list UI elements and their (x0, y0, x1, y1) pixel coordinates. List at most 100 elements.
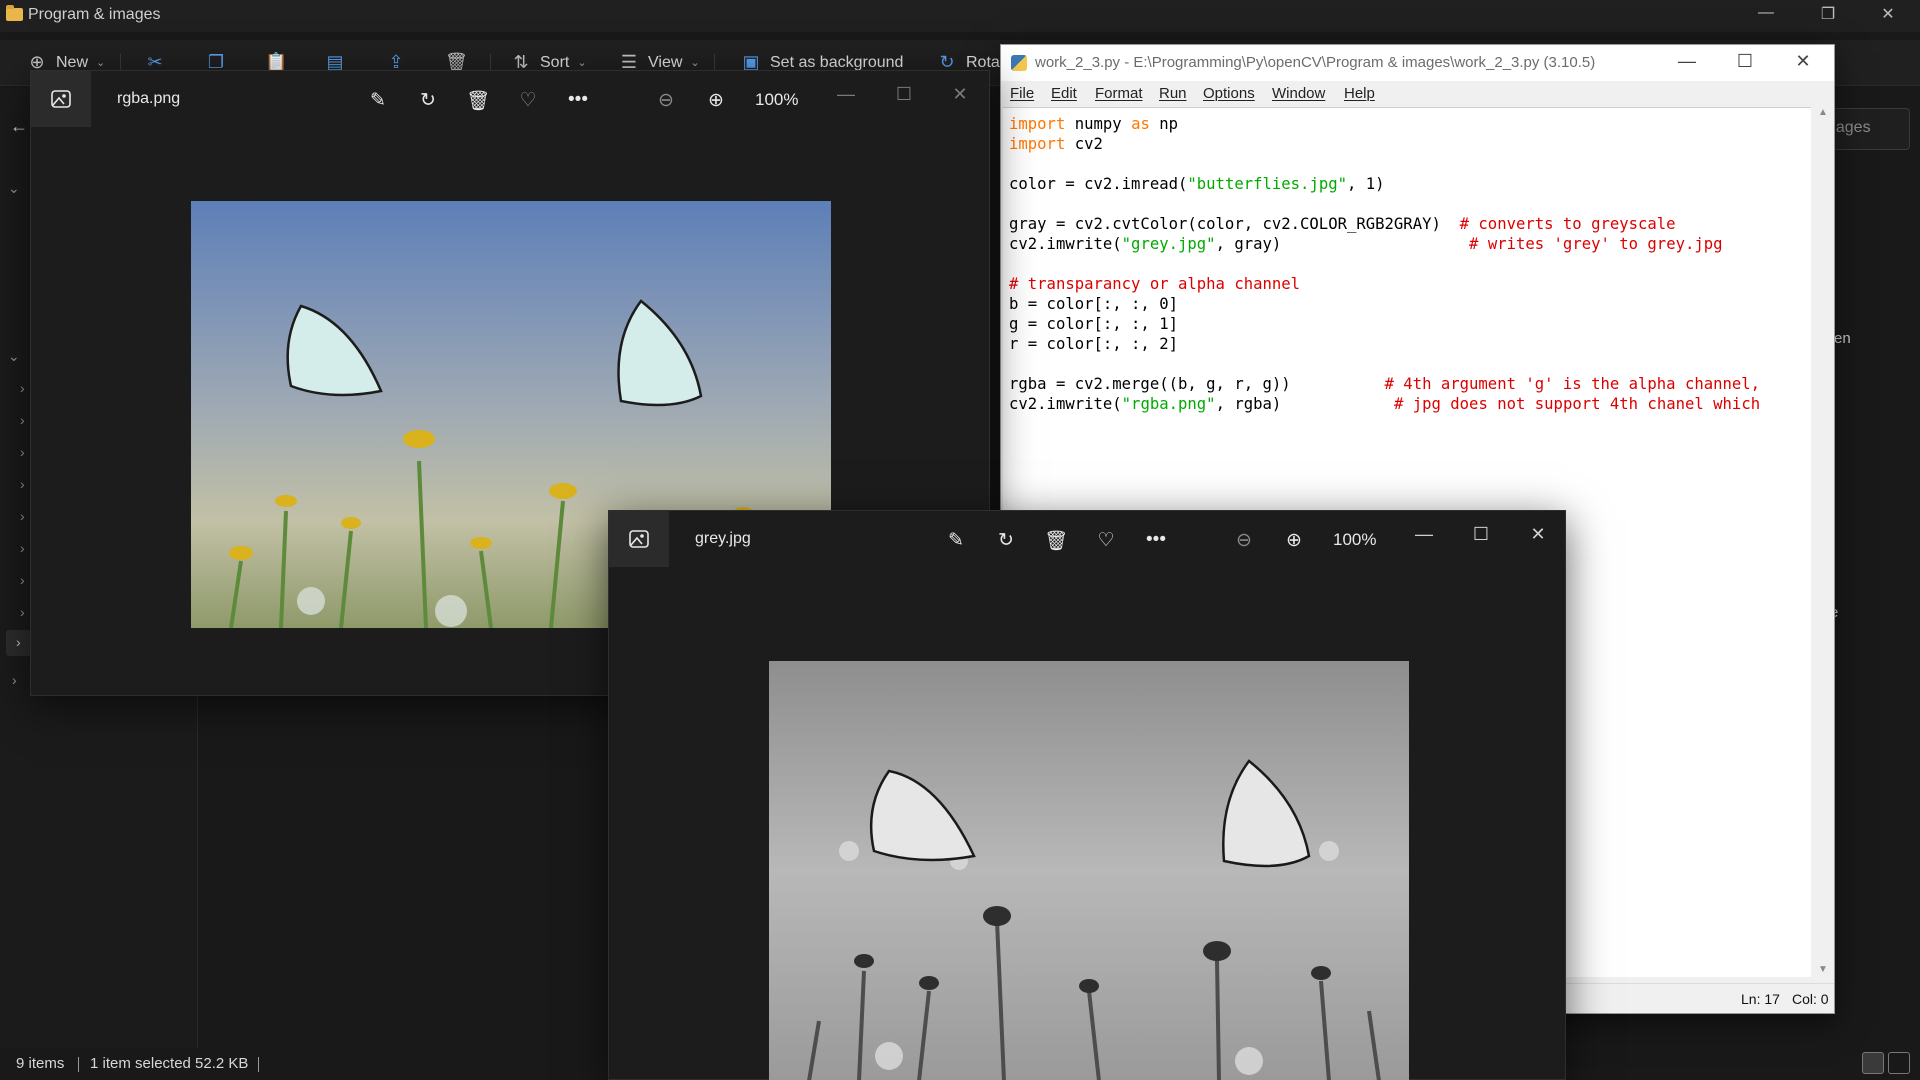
code-line: # transparancy or alpha channel (1009, 274, 1300, 294)
code-token: , gray) (1215, 235, 1470, 253)
menu-window[interactable]: Window (1272, 85, 1325, 102)
code-token: "rgba.png" (1121, 395, 1216, 413)
new-label: New (56, 53, 89, 71)
chevron-right-icon[interactable]: › (20, 412, 25, 428)
code-line: cv2.imwrite("grey.jpg", gray) # writes '… (1009, 234, 1723, 254)
zoom-out-icon[interactable]: ⊖ (1231, 529, 1257, 552)
code-token: cv2 (1065, 135, 1103, 153)
code-token: , rgba) (1215, 395, 1394, 413)
edit-image-icon[interactable]: ✎ (943, 529, 969, 552)
menu-edit[interactable]: Edit (1051, 85, 1077, 102)
code-token: import (1009, 135, 1066, 153)
chevron-right-icon[interactable]: › (20, 508, 25, 524)
status-divider (78, 1057, 79, 1072)
rotate-icon[interactable]: ↻ (415, 89, 441, 112)
chevron-right-icon[interactable]: › (20, 476, 25, 492)
chevron-down-icon[interactable]: ⌄ (8, 180, 20, 197)
maximize-button[interactable]: ☐ (889, 84, 919, 105)
code-token: # jpg does not support 4th chanel which (1393, 395, 1761, 413)
selection-info: 1 item selected 52.2 KB (90, 1055, 249, 1072)
close-button[interactable]: ✕ (1783, 51, 1823, 72)
code-token: import (1009, 115, 1066, 133)
maximize-button[interactable]: ☐ (1466, 524, 1496, 545)
code-token: as (1131, 115, 1150, 133)
sort-label: Sort (540, 53, 570, 71)
code-token: # transparancy or alpha channel (1009, 275, 1301, 293)
idle-titlebar: work_2_3.py - E:\Programming\Py\openCV\P… (1001, 45, 1834, 81)
close-button[interactable]: ✕ (945, 84, 975, 105)
code-token: # 4th argument 'g' is the alpha channel, (1384, 375, 1761, 393)
code-token: np (1149, 115, 1179, 133)
trash-icon[interactable]: 🗑 (465, 89, 491, 113)
menu-format[interactable]: Format (1095, 85, 1143, 102)
folder-icon (6, 5, 23, 21)
chevron-right-icon: › (16, 634, 21, 650)
grey-butterfly-image (769, 661, 1409, 1080)
code-line: b = color[:, :, 0] (1009, 294, 1178, 314)
menu-help[interactable]: Help (1344, 85, 1375, 102)
restore-button[interactable]: ❐ (1808, 4, 1848, 24)
chevron-down-icon: ⌄ (96, 57, 106, 69)
chevron-right-icon[interactable]: › (12, 672, 17, 688)
chevron-down-icon: ⌄ (690, 57, 700, 69)
scroll-up-icon[interactable]: ▲ (1818, 107, 1828, 118)
trash-icon[interactable]: 🗑 (1043, 529, 1069, 553)
chevron-right-icon[interactable]: › (20, 604, 25, 620)
close-button[interactable]: ✕ (1523, 524, 1553, 545)
zoom-level[interactable]: 100% (1333, 530, 1376, 550)
idle-menubar: File Edit Format Run Options Window Help (1001, 81, 1834, 105)
code-line: import numpy as np (1009, 114, 1178, 134)
view-label: View (648, 53, 683, 71)
tiles-view-button[interactable] (1888, 1052, 1910, 1074)
minimize-button[interactable]: — (1746, 4, 1786, 22)
rotate-icon[interactable]: ↻ (993, 529, 1019, 552)
selected-nav-item[interactable]: › (6, 630, 32, 656)
more-options-icon[interactable]: ••• (565, 89, 591, 111)
viewer-toolbar: rgba.png ✎ ↻ 🗑 ♡ ••• ⊖ ⊕ 100% — ☐ ✕ (31, 71, 989, 131)
chevron-right-icon[interactable]: › (20, 380, 25, 396)
maximize-button[interactable]: ☐ (1725, 51, 1765, 72)
code-line: gray = cv2.cvtColor(color, cv2.COLOR_RGB… (1009, 214, 1676, 234)
code-token: cv2.imwrite( (1009, 395, 1122, 413)
close-button[interactable]: ✕ (1868, 4, 1908, 24)
file-name: grey.jpg (695, 530, 751, 547)
code-token: # writes 'grey' to grey.jpg (1469, 235, 1723, 253)
back-arrow-icon[interactable]: ← (10, 116, 28, 137)
code-token: # converts to greyscale (1459, 215, 1676, 233)
chevron-down-icon: ⌄ (577, 57, 587, 69)
chevron-right-icon[interactable]: › (20, 572, 25, 588)
more-options-icon[interactable]: ••• (1143, 529, 1169, 551)
chevron-right-icon[interactable]: › (20, 444, 25, 460)
code-line: rgba = cv2.merge((b, g, r, g)) # 4th arg… (1009, 374, 1760, 394)
code-token: , 1) (1347, 175, 1385, 193)
vertical-scrollbar[interactable]: ▲ ▼ (1814, 107, 1832, 977)
code-token: numpy (1065, 115, 1132, 133)
rotate-label: Rotat (966, 53, 1005, 71)
code-token: gray = cv2.cvtColor(color, cv2.COLOR_RGB… (1009, 215, 1460, 233)
code-line: import cv2 (1009, 134, 1103, 154)
zoom-in-icon[interactable]: ⊕ (703, 89, 729, 112)
edit-image-icon[interactable]: ✎ (365, 89, 391, 112)
scroll-down-icon[interactable]: ▼ (1818, 964, 1828, 975)
zoom-level[interactable]: 100% (755, 90, 798, 110)
menu-options[interactable]: Options (1203, 85, 1255, 102)
idle-title: work_2_3.py - E:\Programming\Py\openCV\P… (1035, 54, 1596, 71)
code-token: color = cv2.imread( (1009, 175, 1188, 193)
chevron-right-icon[interactable]: › (20, 540, 25, 556)
chevron-down-icon[interactable]: ⌄ (8, 348, 20, 365)
heart-icon[interactable]: ♡ (515, 89, 541, 112)
item-count: 9 items (16, 1055, 65, 1072)
code-token: rgba = cv2.merge((b, g, r, g)) (1009, 375, 1385, 393)
menu-file[interactable]: File (1010, 85, 1034, 102)
column-indicator: Col: 0 (1792, 991, 1829, 1007)
menu-run[interactable]: Run (1159, 85, 1187, 102)
set-background-label: Set as background (770, 53, 904, 71)
minimize-button[interactable]: — (1409, 524, 1439, 545)
minimize-button[interactable]: — (1667, 51, 1707, 72)
details-view-button[interactable] (1862, 1052, 1884, 1074)
zoom-in-icon[interactable]: ⊕ (1281, 529, 1307, 552)
line-indicator: Ln: 17 (1741, 991, 1780, 1007)
zoom-out-icon[interactable]: ⊖ (653, 89, 679, 112)
minimize-button[interactable]: — (831, 84, 861, 105)
heart-icon[interactable]: ♡ (1093, 529, 1119, 552)
